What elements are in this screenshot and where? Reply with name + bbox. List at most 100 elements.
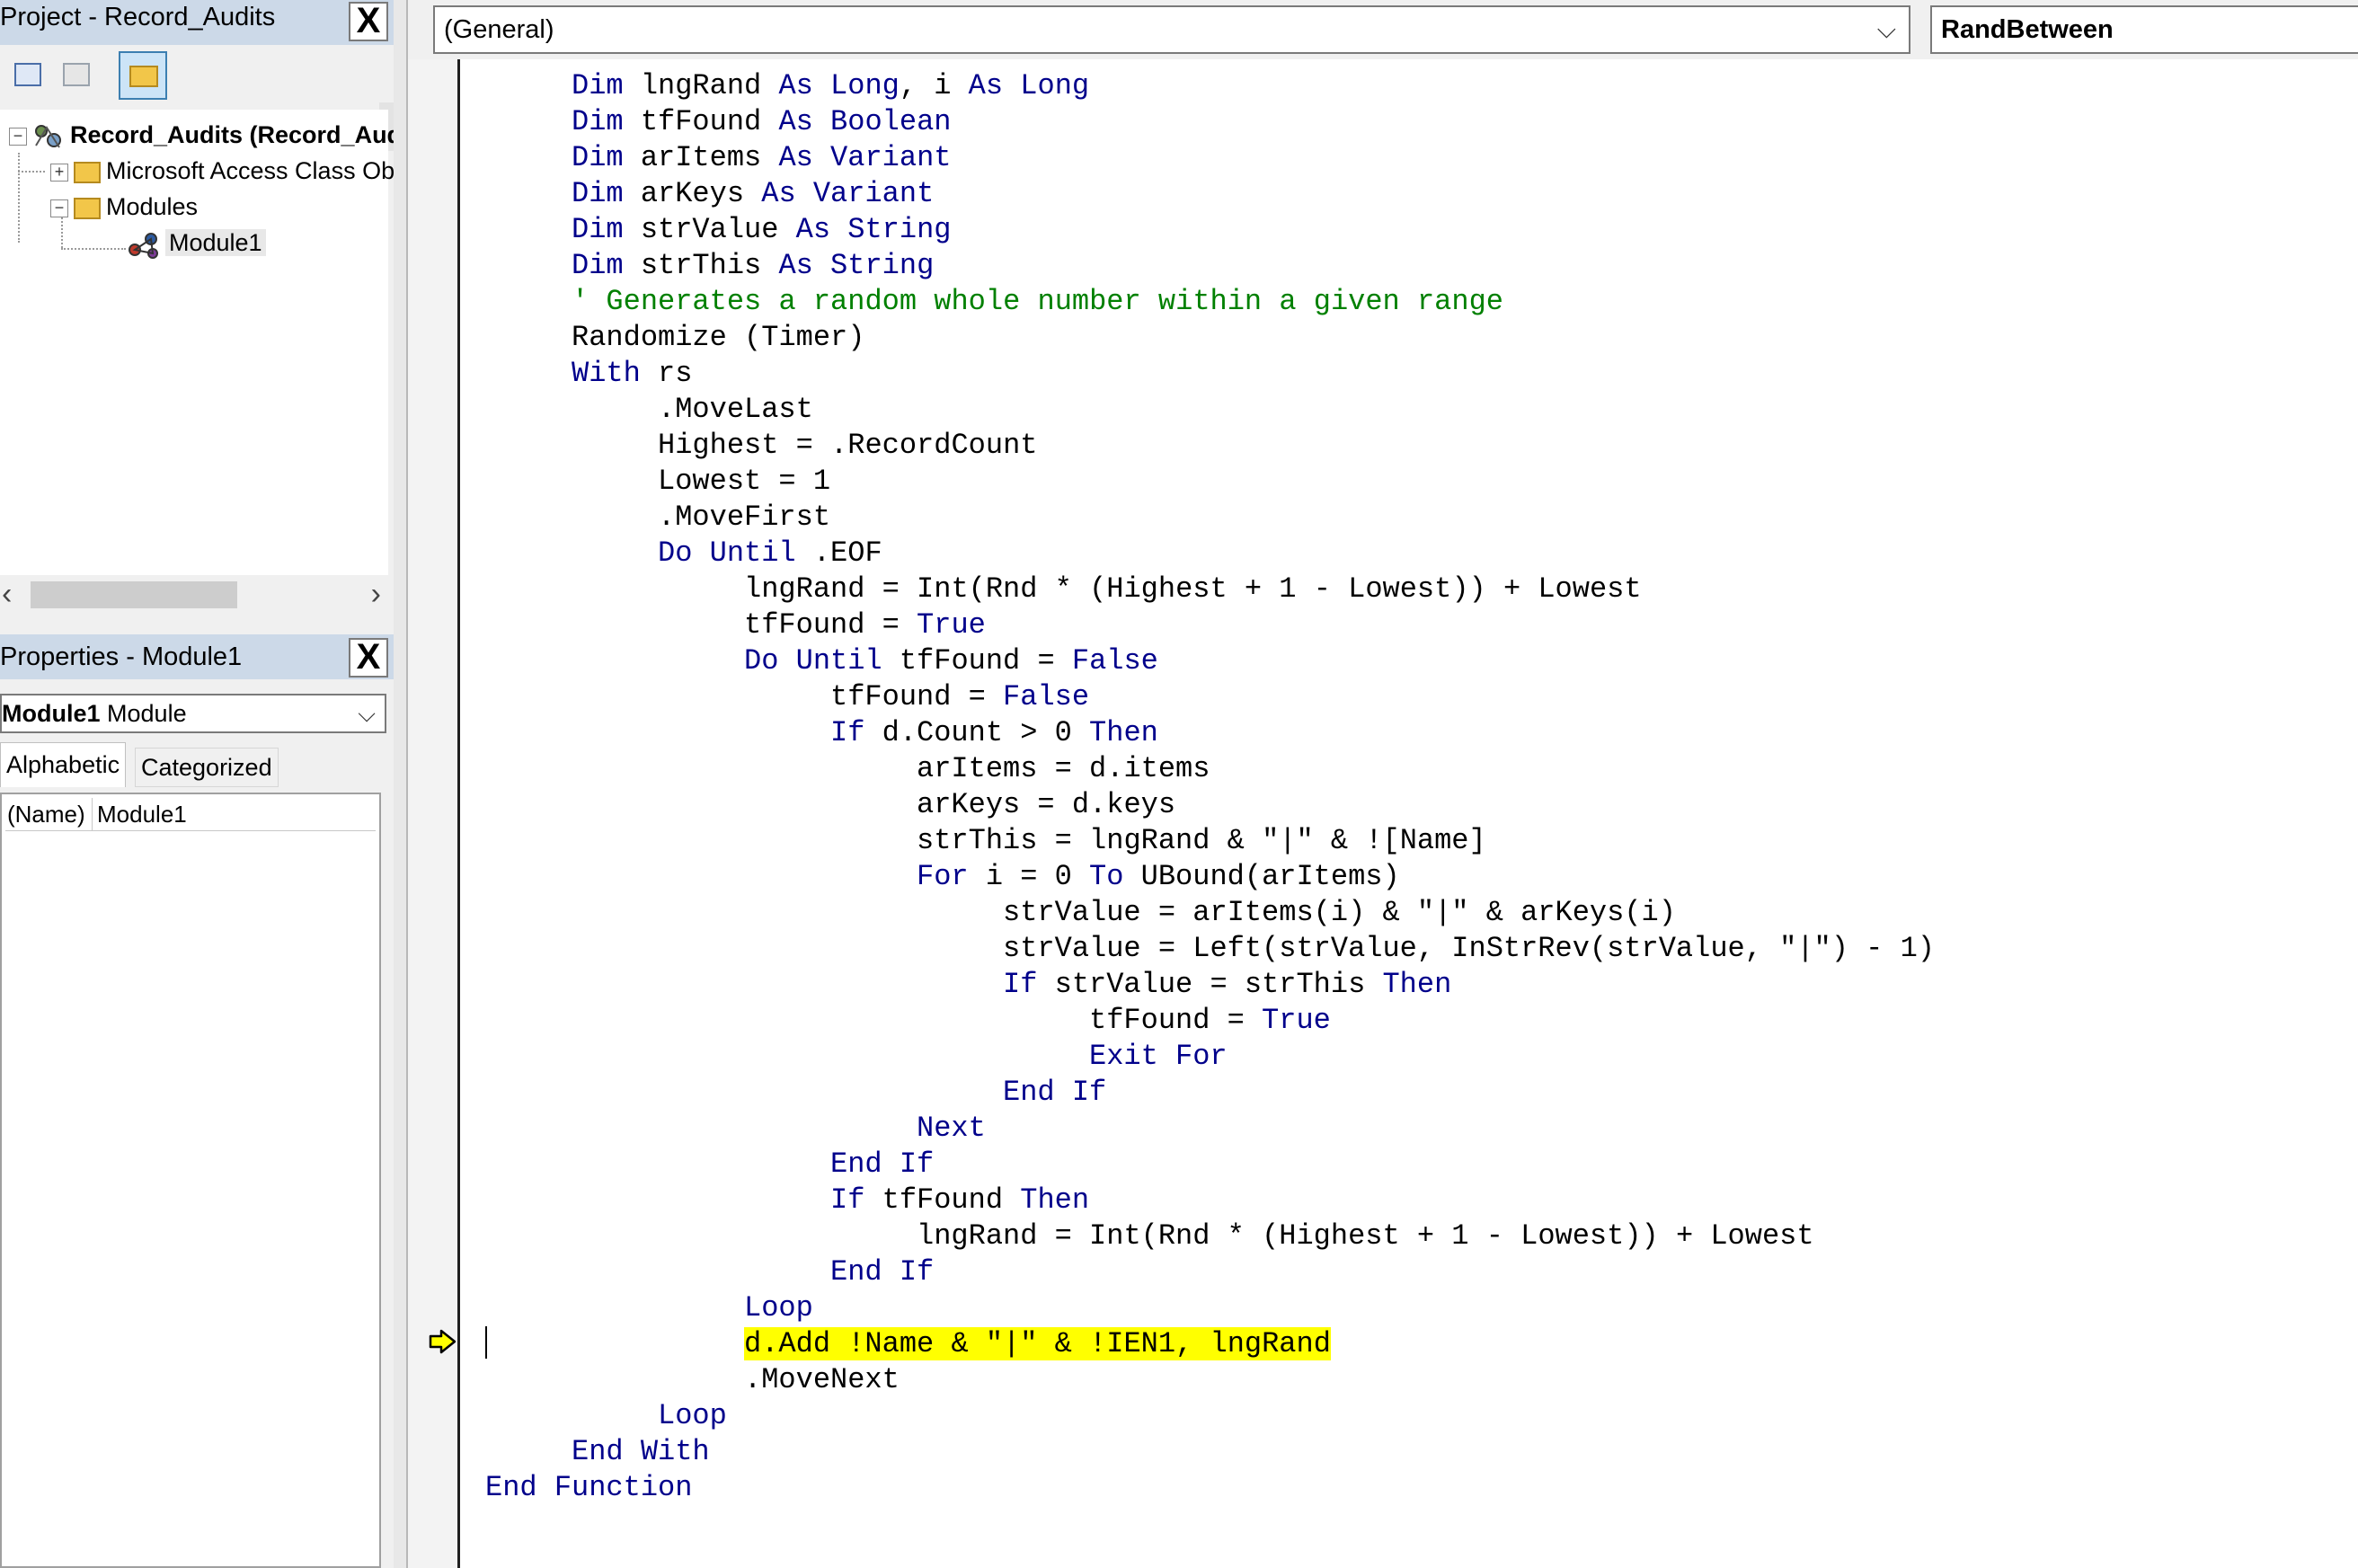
code-line[interactable]: End If (830, 1147, 934, 1183)
code-keyword: Dim (572, 69, 624, 102)
code-text: arItems (623, 141, 779, 174)
code-keyword: If (830, 716, 865, 749)
code-keyword: With (572, 357, 641, 390)
execution-highlight: d.Add !Name & "|" & !IEN1, lngRand (744, 1327, 1331, 1360)
code-line[interactable]: Do Until tfFound = False (744, 643, 1158, 679)
scroll-thumb[interactable] (31, 581, 237, 608)
collapse-icon[interactable]: − (50, 199, 68, 217)
code-line[interactable]: strValue = arItems(i) & "|" & arKeys(i) (1003, 895, 1676, 931)
code-line[interactable]: End If (1003, 1075, 1106, 1111)
code-keyword: As Variant (761, 177, 935, 210)
code-line[interactable]: Exit For (1089, 1039, 1228, 1075)
code-text: Randomize (Timer) (572, 321, 865, 354)
code-line[interactable]: For i = 0 To UBound(arItems) (917, 859, 1400, 895)
scroll-right-icon[interactable]: › (371, 578, 381, 610)
code-line[interactable]: .MoveNext (744, 1362, 900, 1398)
project-tree-hscrollbar[interactable]: ‹ › (0, 578, 388, 612)
tree-item-class-objects[interactable]: + Microsoft Access Class Objects (50, 155, 394, 187)
procedure-combo-value: RandBetween (1941, 15, 2114, 44)
code-line[interactable]: tfFound = True (744, 607, 986, 643)
code-keyword: Do Until (658, 536, 796, 570)
code-line[interactable]: arKeys = d.keys (917, 787, 1175, 823)
chevron-down-icon[interactable]: ⌵ (358, 695, 376, 731)
code-text: tfFound (623, 105, 779, 138)
code-line[interactable]: Highest = .RecordCount (658, 428, 1037, 464)
code-line[interactable]: Dim lngRand As Long, i As Long (572, 68, 1089, 104)
properties-close-button[interactable]: X (349, 638, 388, 678)
code-keyword: End Function (485, 1471, 693, 1504)
pane-splitter[interactable] (394, 0, 408, 1568)
code-line[interactable]: d.Add !Name & "|" & !IEN1, lngRand (744, 1326, 1331, 1362)
view-object-button[interactable] (58, 56, 93, 92)
code-keyword: End If (830, 1147, 935, 1181)
code-line[interactable]: Dim tfFound As Boolean (572, 104, 951, 140)
code-line[interactable]: ' Generates a random whole number within… (572, 284, 1503, 320)
code-keyword: As Long (778, 69, 900, 102)
property-value[interactable]: Module1 (97, 798, 187, 830)
toggle-folders-button[interactable] (119, 51, 167, 100)
code-keyword: End If (1003, 1076, 1107, 1109)
code-line[interactable]: strThis = lngRand & "|" & ![Name] (917, 823, 1486, 859)
properties-tabs: Alphabetic Categorized (0, 742, 386, 787)
code-text: strThis = lngRand & "|" & ![Name] (917, 824, 1486, 857)
code-line[interactable]: End If (830, 1254, 934, 1290)
tab-categorized[interactable]: Categorized (135, 748, 279, 787)
code-line[interactable]: Loop (658, 1398, 727, 1434)
tree-item-project[interactable]: − Record_Audits (Record_Audits) (9, 119, 394, 151)
code-line[interactable]: If d.Count > 0 Then (830, 715, 1158, 751)
code-line[interactable]: Dim strValue As String (572, 212, 951, 248)
code-line[interactable]: Dim strThis As String (572, 248, 934, 284)
chevron-down-icon[interactable]: ⌵ (1877, 7, 1896, 52)
code-line[interactable]: With rs (572, 356, 692, 392)
object-combo[interactable]: (General) ⌵ (433, 5, 1910, 54)
code-line[interactable]: Loop (744, 1290, 813, 1326)
code-line[interactable]: Next (917, 1111, 986, 1147)
module-icon (129, 232, 158, 259)
collapse-icon[interactable]: − (9, 127, 27, 146)
code-keyword: False (1071, 644, 1158, 678)
code-text: strValue = arItems(i) & "|" & arKeys(i) (1003, 896, 1676, 929)
tree-item-module1[interactable]: Module1 (126, 226, 266, 259)
code-text: .MoveNext (744, 1363, 900, 1396)
view-object-icon (63, 63, 90, 86)
code-keyword: If (1003, 968, 1038, 1001)
tree-line (18, 153, 20, 243)
project-explorer-close-button[interactable]: X (349, 2, 388, 41)
code-line[interactable]: If tfFound Then (830, 1183, 1089, 1218)
code-line[interactable]: Lowest = 1 (658, 464, 830, 500)
properties-object-combo[interactable]: Module1 Module ⌵ (0, 694, 386, 733)
code-line[interactable]: Dim arItems As Variant (572, 140, 951, 176)
code-line[interactable]: If strValue = strThis Then (1003, 967, 1451, 1003)
code-text: tfFound = (882, 644, 1072, 678)
code-line[interactable]: strValue = Left(strValue, InStrRev(strVa… (1003, 931, 1935, 967)
property-key: (Name) (7, 798, 93, 830)
code-line[interactable]: arItems = d.items (917, 751, 1210, 787)
code-line[interactable]: Randomize (Timer) (572, 320, 864, 356)
code-line[interactable]: .MoveLast (658, 392, 813, 428)
code-line[interactable]: End With (572, 1434, 710, 1470)
view-code-button[interactable] (9, 56, 45, 92)
procedure-combo[interactable]: RandBetween (1930, 5, 2358, 54)
code-keyword: Do Until (744, 644, 882, 678)
expand-icon[interactable]: + (50, 163, 68, 182)
code-line[interactable]: Dim arKeys As Variant (572, 176, 934, 212)
code-text: .MoveLast (658, 393, 813, 426)
tree-line (61, 248, 126, 250)
code-line[interactable]: tfFound = False (830, 679, 1089, 715)
open-folder-icon (74, 197, 101, 219)
code-line[interactable]: lngRand = Int(Rnd * (Highest + 1 - Lowes… (744, 571, 1642, 607)
code-keyword: Dim (572, 177, 624, 210)
code-line[interactable]: Do Until .EOF (658, 536, 882, 571)
code-line[interactable]: lngRand = Int(Rnd * (Highest + 1 - Lowes… (917, 1218, 1814, 1254)
tree-item-modules[interactable]: − Modules (50, 190, 198, 223)
code-line[interactable]: .MoveFirst (658, 500, 830, 536)
tree-label-project: Record_Audits (Record_Audits) (70, 121, 394, 148)
code-line[interactable]: tfFound = True (1089, 1003, 1331, 1039)
code-line[interactable]: End Function (485, 1470, 692, 1506)
property-row[interactable]: (Name) Module1 (5, 798, 376, 831)
tab-alphabetic[interactable]: Alphabetic (0, 742, 127, 787)
code-keyword: As String (795, 213, 952, 246)
properties-object-name: Module1 (2, 700, 101, 727)
scroll-left-icon[interactable]: ‹ (2, 578, 12, 610)
properties-titlebar: Properties - Module1 X (0, 634, 394, 679)
